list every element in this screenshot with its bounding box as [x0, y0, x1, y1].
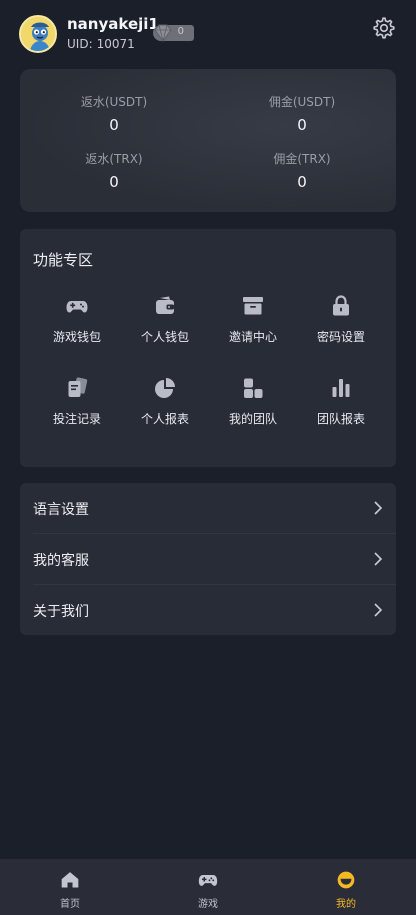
feature-bet-records[interactable]: 投注记录 — [33, 376, 121, 436]
diamond-icon — [154, 24, 172, 42]
wallet-icon — [156, 296, 174, 314]
vip-level: 0 — [177, 26, 184, 37]
uid-value: 10071 — [96, 37, 135, 51]
avatar[interactable] — [19, 15, 57, 53]
uid-label: UID: — [67, 37, 93, 51]
feature-label: 邀请中心 — [228, 330, 277, 344]
menu-item-language-settings[interactable]: 语言设置 — [20, 483, 396, 533]
stat-value: 0 — [297, 116, 307, 134]
settings-menu: 语言设置 我的客服 关于我们 — [20, 483, 396, 635]
nav-label: 我的 — [336, 899, 356, 910]
bar-chart-icon — [332, 379, 350, 397]
team-icon — [244, 378, 263, 398]
nav-label: 游戏 — [198, 899, 218, 910]
pie-chart-icon — [155, 378, 175, 398]
feature-label: 个人钱包 — [140, 330, 189, 344]
nav-mine[interactable]: 我的 — [277, 859, 415, 915]
stat-label: 返水(USDT) — [80, 95, 148, 109]
feature-personal-report[interactable]: 个人报表 — [121, 376, 209, 436]
stat-value: 0 — [297, 173, 307, 191]
feature-label: 我的团队 — [228, 412, 277, 426]
nav-home[interactable]: 首页 — [1, 859, 139, 915]
feature-label: 投注记录 — [52, 412, 101, 426]
feature-personal-wallet[interactable]: 个人钱包 — [121, 294, 209, 354]
chevron-right-icon — [374, 552, 383, 566]
stat-rebate-trx: 返水(TRX) 0 — [20, 150, 208, 191]
stat-commission-usdt: 佣金(USDT) 0 — [208, 93, 396, 134]
menu-item-label: 语言设置 — [33, 502, 89, 518]
home-icon — [61, 872, 79, 888]
feature-team-report[interactable]: 团队报表 — [297, 376, 385, 436]
user-id: UID: 10071 — [67, 37, 135, 51]
feature-label: 游戏钱包 — [52, 330, 101, 344]
chevron-right-icon — [374, 501, 383, 515]
profile-header: nanyakeji1 UID: 10071 0 — [0, 0, 416, 68]
feature-label: 团队报表 — [316, 412, 365, 426]
gamepad-icon — [198, 875, 218, 886]
vip-badge: 0 — [153, 24, 194, 42]
feature-label: 个人报表 — [140, 412, 189, 426]
feature-invite-center[interactable]: 邀请中心 — [209, 294, 297, 354]
cards-icon — [68, 377, 88, 397]
stat-commission-trx: 佣金(TRX) 0 — [208, 150, 396, 191]
nav-label: 首页 — [60, 899, 80, 910]
bottom-nav: 首页 游戏 我的 — [0, 859, 416, 915]
username: nanyakeji1 — [67, 15, 159, 33]
lock-icon — [333, 295, 349, 316]
feature-zone: 功能专区 游戏钱包 个人钱包 邀请中心 密码设置 投注记录 个人报表 我的团队 … — [20, 229, 396, 467]
avatar-image — [21, 17, 55, 51]
stat-value: 0 — [109, 173, 119, 191]
gear-icon[interactable] — [372, 16, 396, 40]
menu-item-about-us[interactable]: 关于我们 — [20, 585, 396, 635]
feature-password-settings[interactable]: 密码设置 — [297, 294, 385, 354]
section-title: 功能专区 — [33, 251, 94, 269]
archive-box-icon — [243, 297, 263, 315]
feature-label: 密码设置 — [316, 330, 365, 344]
stat-label: 佣金(TRX) — [273, 152, 331, 166]
profile-page: nanyakeji1 UID: 10071 0 返水(USDT) 0 佣金(USD… — [0, 0, 416, 915]
gamepad-icon — [66, 301, 88, 313]
feature-game-wallet[interactable]: 游戏钱包 — [33, 294, 121, 354]
menu-item-label: 我的客服 — [33, 553, 89, 569]
commission-stats-card: 返水(USDT) 0 佣金(USDT) 0 返水(TRX) 0 佣金(TRX) … — [20, 69, 396, 212]
nav-games[interactable]: 游戏 — [139, 859, 277, 915]
menu-item-customer-service[interactable]: 我的客服 — [20, 534, 396, 584]
feature-my-team[interactable]: 我的团队 — [209, 376, 297, 436]
stat-label: 佣金(USDT) — [268, 95, 336, 109]
stat-label: 返水(TRX) — [85, 152, 143, 166]
smile-icon — [337, 871, 355, 889]
stat-value: 0 — [109, 116, 119, 134]
stat-rebate-usdt: 返水(USDT) 0 — [20, 93, 208, 134]
menu-item-label: 关于我们 — [33, 604, 89, 620]
chevron-right-icon — [374, 603, 383, 617]
